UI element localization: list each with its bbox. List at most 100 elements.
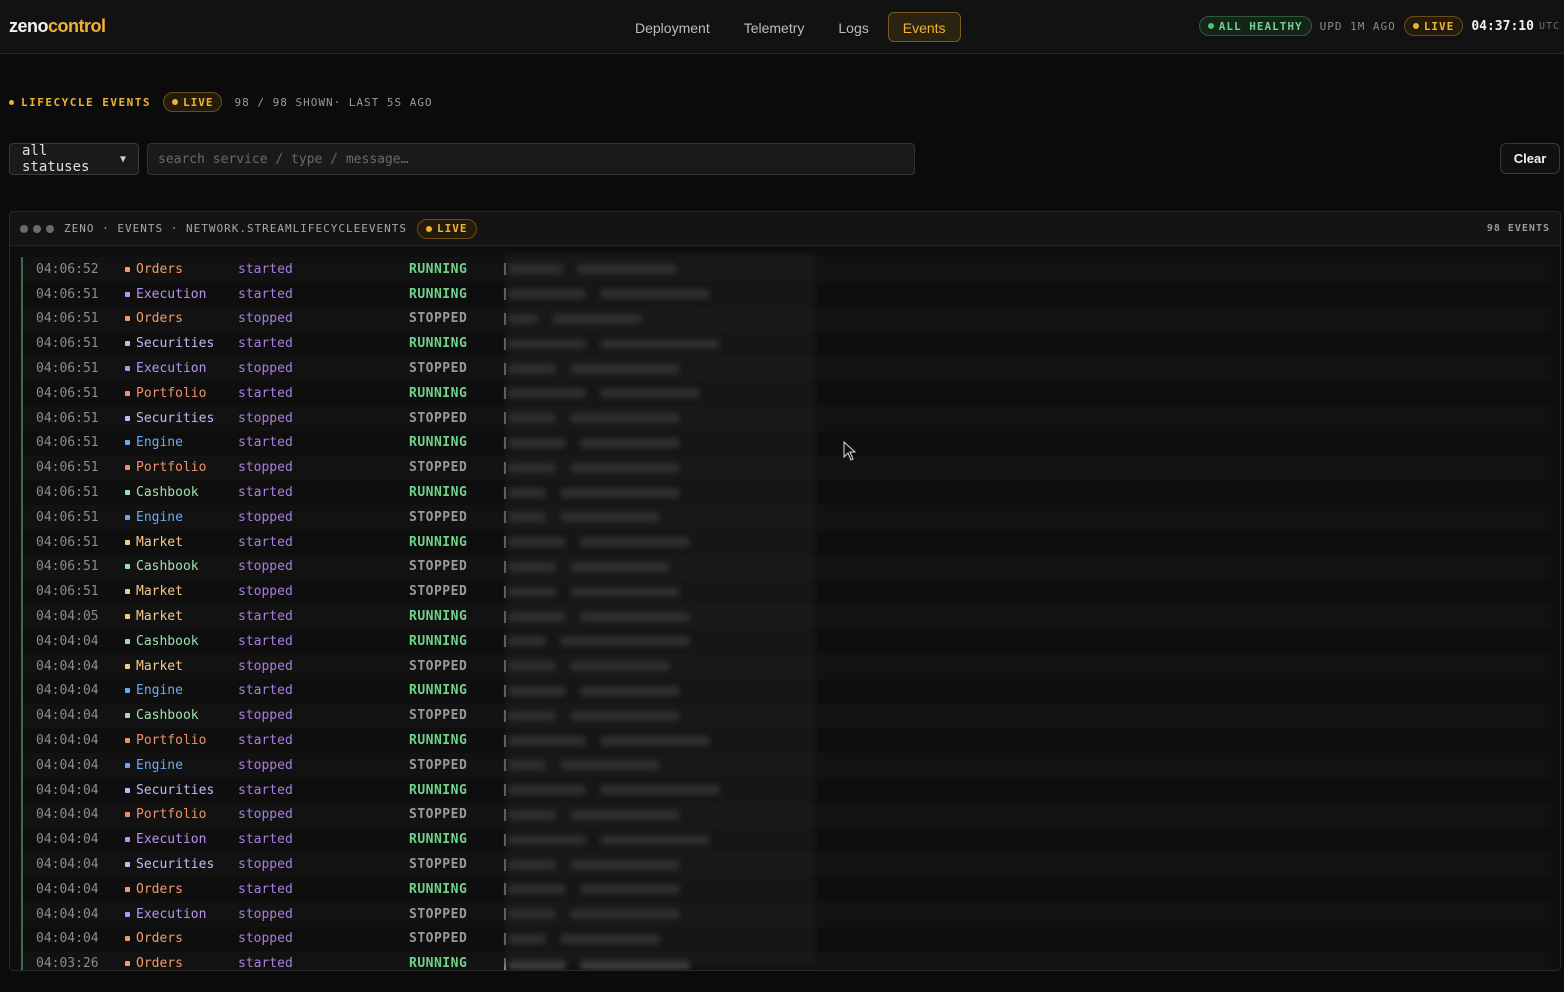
- service-square-icon: [125, 390, 130, 396]
- table-row[interactable]: 04:06:51 Securities stopped STOPPED: [23, 405, 1551, 431]
- event-status: RUNNING: [409, 956, 468, 971]
- event-status: STOPPED: [409, 584, 468, 600]
- table-row[interactable]: 04:06:51 Portfolio stopped STOPPED: [23, 455, 1551, 481]
- section-live-badge: LIVE: [162, 92, 223, 112]
- table-row[interactable]: 04:04:04 Orders stopped STOPPED: [23, 927, 1551, 952]
- logo-text-control: control: [48, 16, 106, 36]
- event-status: STOPPED: [409, 807, 468, 823]
- table-row[interactable]: 04:04:04 Cashbook stopped STOPPED: [23, 703, 1551, 729]
- table-row[interactable]: 04:06:51 Engine started RUNNING: [23, 431, 1551, 456]
- table-row[interactable]: 04:04:04 Securities started RUNNING: [23, 778, 1551, 803]
- table-row[interactable]: 04:04:04 Engine started RUNNING: [23, 679, 1551, 704]
- event-message-redacted: [504, 827, 1551, 852]
- event-time: 04:06:51: [36, 286, 99, 302]
- event-type: stopped: [238, 658, 293, 674]
- event-service-label: Securities: [136, 336, 215, 352]
- table-row[interactable]: 04:06:52 Orders started RUNNING: [23, 257, 1551, 282]
- event-service-label: Orders: [136, 881, 183, 897]
- event-status: STOPPED: [409, 658, 468, 674]
- event-type: started: [238, 435, 293, 451]
- event-time: 04:04:04: [36, 906, 99, 922]
- tab-logs[interactable]: Logs: [823, 12, 883, 42]
- event-service-label: Portfolio: [136, 733, 207, 749]
- event-time: 04:04:04: [36, 782, 99, 798]
- table-row[interactable]: 04:04:04 Market stopped STOPPED: [23, 653, 1551, 679]
- table-row[interactable]: 04:03:26 Orders started RUNNING: [23, 951, 1551, 971]
- table-row[interactable]: 04:04:04 Execution started RUNNING: [23, 827, 1551, 852]
- table-row[interactable]: 04:06:51 Cashbook stopped STOPPED: [23, 554, 1551, 580]
- event-status: RUNNING: [409, 385, 468, 401]
- table-row[interactable]: 04:04:04 Securities stopped STOPPED: [23, 852, 1551, 877]
- event-type: started: [238, 956, 293, 971]
- event-service: Orders: [125, 262, 238, 277]
- clock-timezone: UTC: [1538, 20, 1560, 32]
- table-row[interactable]: 04:06:51 Engine stopped STOPPED: [23, 504, 1551, 530]
- table-row[interactable]: 04:06:51 Market stopped STOPPED: [23, 579, 1551, 604]
- table-row[interactable]: 04:06:51 Cashbook started RUNNING: [23, 480, 1551, 505]
- table-row[interactable]: 04:06:51 Execution stopped STOPPED: [23, 356, 1551, 381]
- event-service: Securities: [125, 411, 238, 426]
- event-time: 04:04:05: [36, 609, 99, 625]
- event-service-label: Engine: [136, 683, 183, 699]
- table-row[interactable]: 04:06:51 Orders stopped STOPPED: [23, 306, 1551, 332]
- service-square-icon: [125, 688, 130, 694]
- event-time: 04:04:04: [36, 931, 99, 947]
- logo-text-zeno: zeno: [9, 16, 49, 36]
- event-type: started: [238, 336, 293, 352]
- event-message-redacted: [504, 480, 1551, 505]
- event-service: Cashbook: [125, 559, 238, 574]
- event-type: started: [238, 609, 293, 625]
- event-service: Securities: [125, 336, 238, 351]
- app-logo[interactable]: zenocontrol: [9, 16, 106, 37]
- event-list: 04:06:52 Orders started RUNNING 04:06:51 Exec…: [21, 257, 1551, 971]
- section-title-text: LIFECYCLE EVENTS: [21, 95, 151, 109]
- table-row[interactable]: 04:06:51 Securities started RUNNING: [23, 331, 1551, 356]
- search-input[interactable]: [147, 143, 915, 175]
- table-row[interactable]: 04:04:04 Engine stopped STOPPED: [23, 752, 1551, 778]
- event-type: stopped: [238, 509, 293, 525]
- event-type: stopped: [238, 906, 293, 922]
- event-service-label: Securities: [136, 410, 215, 426]
- event-type: stopped: [238, 311, 293, 327]
- service-square-icon: [125, 663, 130, 669]
- event-status: STOPPED: [409, 931, 468, 947]
- tab-deployment[interactable]: Deployment: [620, 12, 725, 42]
- event-service: Market: [125, 535, 238, 550]
- table-row[interactable]: 04:04:04 Execution stopped STOPPED: [23, 901, 1551, 927]
- event-message-redacted: [504, 728, 1551, 753]
- clear-button[interactable]: Clear: [1500, 143, 1560, 174]
- table-row[interactable]: 04:04:05 Market started RUNNING: [23, 604, 1551, 629]
- live-dot-icon: [1412, 23, 1419, 29]
- event-time: 04:04:04: [36, 807, 99, 823]
- event-service: Securities: [125, 857, 238, 872]
- event-service: Portfolio: [125, 733, 238, 748]
- event-service: Orders: [125, 882, 238, 897]
- event-time: 04:06:51: [36, 435, 99, 451]
- event-message-redacted: [504, 505, 1551, 530]
- tab-events[interactable]: Events: [887, 12, 961, 42]
- event-time: 04:04:04: [36, 733, 99, 749]
- section-title: LIFECYCLE EVENTS: [9, 96, 151, 109]
- event-service-label: Execution: [136, 286, 207, 302]
- table-row[interactable]: 04:04:04 Portfolio stopped STOPPED: [23, 802, 1551, 828]
- table-row[interactable]: 04:04:04 Cashbook started RUNNING: [23, 629, 1551, 654]
- service-square-icon: [125, 415, 130, 421]
- event-service: Portfolio: [125, 460, 238, 475]
- event-time: 04:04:04: [36, 881, 99, 897]
- mouse-cursor-icon: [843, 441, 857, 461]
- chevron-down-icon: ▼: [119, 153, 126, 165]
- table-row[interactable]: 04:04:04 Orders started RUNNING: [23, 877, 1551, 902]
- event-message-redacted: [504, 431, 1551, 456]
- event-time: 04:06:51: [36, 311, 99, 327]
- panel-live-badge: LIVE: [417, 218, 477, 239]
- event-message-redacted: [504, 951, 1551, 970]
- event-service: Market: [125, 609, 238, 624]
- event-message-redacted: [504, 579, 1551, 604]
- table-row[interactable]: 04:06:51 Market started RUNNING: [23, 530, 1551, 555]
- status-filter-select[interactable]: all statuses ▼: [9, 143, 139, 175]
- tab-telemetry[interactable]: Telemetry: [729, 12, 820, 42]
- table-row[interactable]: 04:06:51 Portfolio started RUNNING: [23, 381, 1551, 406]
- table-row[interactable]: 04:06:51 Execution started RUNNING: [23, 282, 1551, 307]
- table-row[interactable]: 04:04:04 Portfolio started RUNNING: [23, 728, 1551, 753]
- top-bar: zenocontrol Deployment Telemetry Logs Ev…: [0, 0, 1564, 54]
